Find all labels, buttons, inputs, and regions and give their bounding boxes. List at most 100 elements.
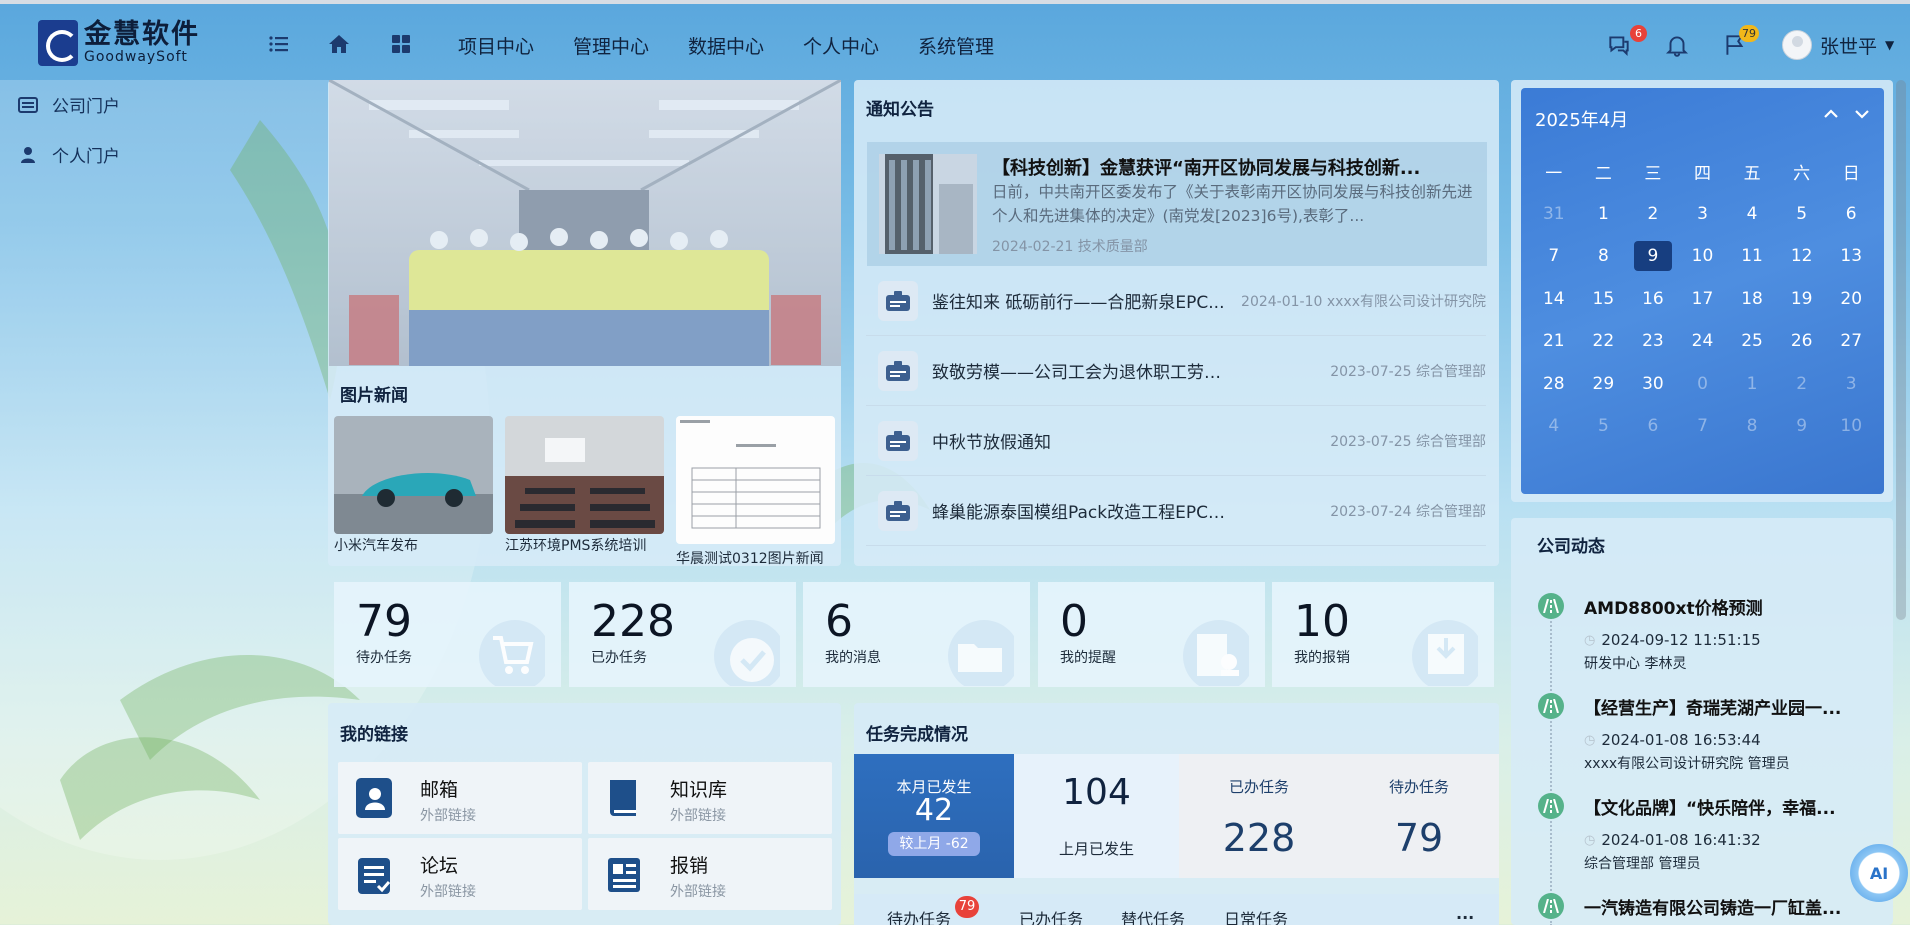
calendar-day-today[interactable]: 9 [1628,235,1678,278]
chat-icon[interactable] [1606,32,1632,58]
calendar-day[interactable]: 4 [1727,193,1777,236]
calendar-day[interactable]: 2 [1628,193,1678,236]
menu-list-icon[interactable] [267,32,291,56]
notice-item[interactable]: 蜂巢能源泰国模组Pack改造工程EPC总承包项目... 2023-07-24 综… [866,476,1486,546]
link-sub: 外部链接 [420,884,476,900]
notice-item-meta: 2023-07-25 综合管理部 [1330,433,1486,450]
menu-item-data-center[interactable]: 数据中心 [688,32,764,59]
user-name: 张世平 [1820,35,1878,58]
calendar-day[interactable]: 13 [1826,235,1876,278]
feed-item-time: ◷ 2024-01-08 16:53:44 [1584,731,1761,749]
task-completion-title: 任务完成情况 [866,725,968,745]
calendar-day[interactable]: 26 [1777,320,1827,363]
calendar-day[interactable]: 2 [1777,363,1827,406]
calendar-day[interactable]: 23 [1628,320,1678,363]
sidebar-item-personal-portal[interactable]: 个人门户 [18,142,120,167]
calendar-day[interactable]: 7 [1678,405,1728,448]
thumbnail-document[interactable] [676,416,835,544]
feed-item[interactable]: 【经营生产】奇瑞芜湖产业园一... ◷ 2024-01-08 16:53:44 x… [1538,693,1878,783]
calendar-day[interactable]: 11 [1727,235,1777,278]
calendar-day[interactable]: 19 [1777,278,1827,321]
calendar-day[interactable]: 8 [1727,405,1777,448]
menu-item-management-center[interactable]: 管理中心 [573,32,649,59]
calendar-day[interactable]: 14 [1529,278,1579,321]
calendar-day[interactable]: 6 [1826,193,1876,236]
calendar-day[interactable]: 4 [1529,405,1579,448]
stat-card-todo[interactable]: 79 待办任务 [334,582,561,687]
calendar-grid: 一二三四五六日 31 1 2 3 4 5 6 7 8 9 10 11 12 13 14 15 16 17 18 19 20… [1529,150,1876,448]
feed-item[interactable]: 一汽铸造有限公司铸造一厂缸盖... [1538,893,1878,923]
link-forum[interactable]: 论坛 外部链接 [338,838,582,910]
notice-item-title: 中秋节放假通知 [932,433,1051,453]
calendar-day[interactable]: 15 [1579,278,1629,321]
stat-card-reimbursement[interactable]: 10 我的报销 [1272,582,1494,687]
calendar-day[interactable]: 6 [1628,405,1678,448]
menu-item-personal-center[interactable]: 个人中心 [803,32,879,59]
calendar-day[interactable]: 5 [1579,405,1629,448]
link-knowledge-base[interactable]: 知识库 外部链接 [588,762,832,834]
more-button[interactable]: ... [1456,904,1474,923]
calendar-day[interactable]: 16 [1628,278,1678,321]
notice-item-title: 鉴往知来 砥砺前行——合肥新泉EPC... [932,293,1225,313]
calendar-day[interactable]: 18 [1727,278,1777,321]
calendar-day[interactable]: 1 [1727,363,1777,406]
document-stamp-icon [1183,620,1249,686]
user-menu[interactable]: 张世平 ▼ [1782,30,1894,60]
thumbnail-xiaomi-car[interactable] [334,416,493,534]
sidebar-item-company-portal[interactable]: 公司门户 [18,92,120,117]
menu-item-project-center[interactable]: 项目中心 [458,32,534,59]
featured-notice[interactable]: 【科技创新】金慧获评“南开区协同发展与科技创新... 日前，中共南开区委发布了《… [867,142,1487,266]
home-icon[interactable] [327,32,351,56]
chevron-up-icon[interactable] [1821,104,1841,128]
calendar-day[interactable]: 12 [1777,235,1827,278]
logo-text-en: GoodwaySoft [84,49,188,65]
feed-item[interactable]: 【文化品牌】“快乐陪伴，幸福... ◷ 2024-01-08 16:41:32 综… [1538,793,1878,883]
feed-item[interactable]: AMD8800xt价格预测 ◷ 2024-09-12 11:51:15 研发中心 … [1538,593,1878,683]
tab-delegated-tasks[interactable]: 替代任务 [1121,906,1185,925]
page-scrollbar[interactable] [1896,80,1906,620]
bell-icon[interactable] [1664,32,1690,58]
notice-item[interactable]: 鉴往知来 砥砺前行——合肥新泉EPC... 2024-01-10 xxxx有限公… [866,266,1486,336]
calendar-day[interactable]: 22 [1579,320,1629,363]
notice-item[interactable]: 致敬劳模——公司工会为退休职工劳动模范送上... 2023-07-25 综合管理… [866,336,1486,406]
menu-item-system-management[interactable]: 系统管理 [918,32,994,59]
chevron-down-icon[interactable] [1852,104,1872,128]
calendar-day[interactable]: 17 [1678,278,1728,321]
link-reimbursement[interactable]: 报销 外部链接 [588,838,832,910]
done-tasks-card[interactable]: 已办任务 228 [1179,754,1339,878]
calendar-day[interactable]: 29 [1579,363,1629,406]
tab-done-tasks[interactable]: 已办任务 [1019,906,1083,925]
featured-photo[interactable] [329,80,841,366]
calendar-day[interactable]: 7 [1529,235,1579,278]
stat-card-reminders[interactable]: 0 我的提醒 [1038,582,1265,687]
todo-tasks-card[interactable]: 待办任务 79 [1339,754,1499,878]
calendar-day[interactable]: 28 [1529,363,1579,406]
link-mailbox[interactable]: 邮箱 外部链接 [338,762,582,834]
calendar-day[interactable]: 21 [1529,320,1579,363]
calendar-day[interactable]: 8 [1579,235,1629,278]
notice-item[interactable]: 中秋节放假通知 2023-07-25 综合管理部 [866,406,1486,476]
company-logo[interactable]: 金慧软件 GoodwaySoft [38,20,200,66]
calendar-day[interactable]: 25 [1727,320,1777,363]
ai-assistant-button[interactable]: AI [1850,844,1908,902]
calendar-day[interactable]: 0 [1678,363,1728,406]
calendar-day[interactable]: 3 [1678,193,1728,236]
calendar-day[interactable]: 30 [1628,363,1678,406]
calendar-day[interactable]: 20 [1826,278,1876,321]
thumbnail-training[interactable] [505,416,664,534]
calendar-day[interactable]: 1 [1579,193,1629,236]
stat-card-done[interactable]: 228 已办任务 [569,582,796,687]
stat-card-messages[interactable]: 6 我的消息 [803,582,1030,687]
calendar-day[interactable]: 5 [1777,193,1827,236]
grid-apps-icon[interactable] [389,32,413,56]
calendar-day[interactable]: 31 [1529,193,1579,236]
calendar-day[interactable]: 27 [1826,320,1876,363]
notice-item-meta: 2023-07-24 综合管理部 [1330,503,1486,520]
tab-todo-tasks[interactable]: 待办任务 [887,906,951,925]
calendar-day[interactable]: 10 [1678,235,1728,278]
tab-daily-tasks[interactable]: 日常任务 [1224,906,1288,925]
calendar-day[interactable]: 9 [1777,405,1827,448]
calendar-day[interactable]: 10 [1826,405,1876,448]
calendar-day[interactable]: 24 [1678,320,1728,363]
calendar-day[interactable]: 3 [1826,363,1876,406]
